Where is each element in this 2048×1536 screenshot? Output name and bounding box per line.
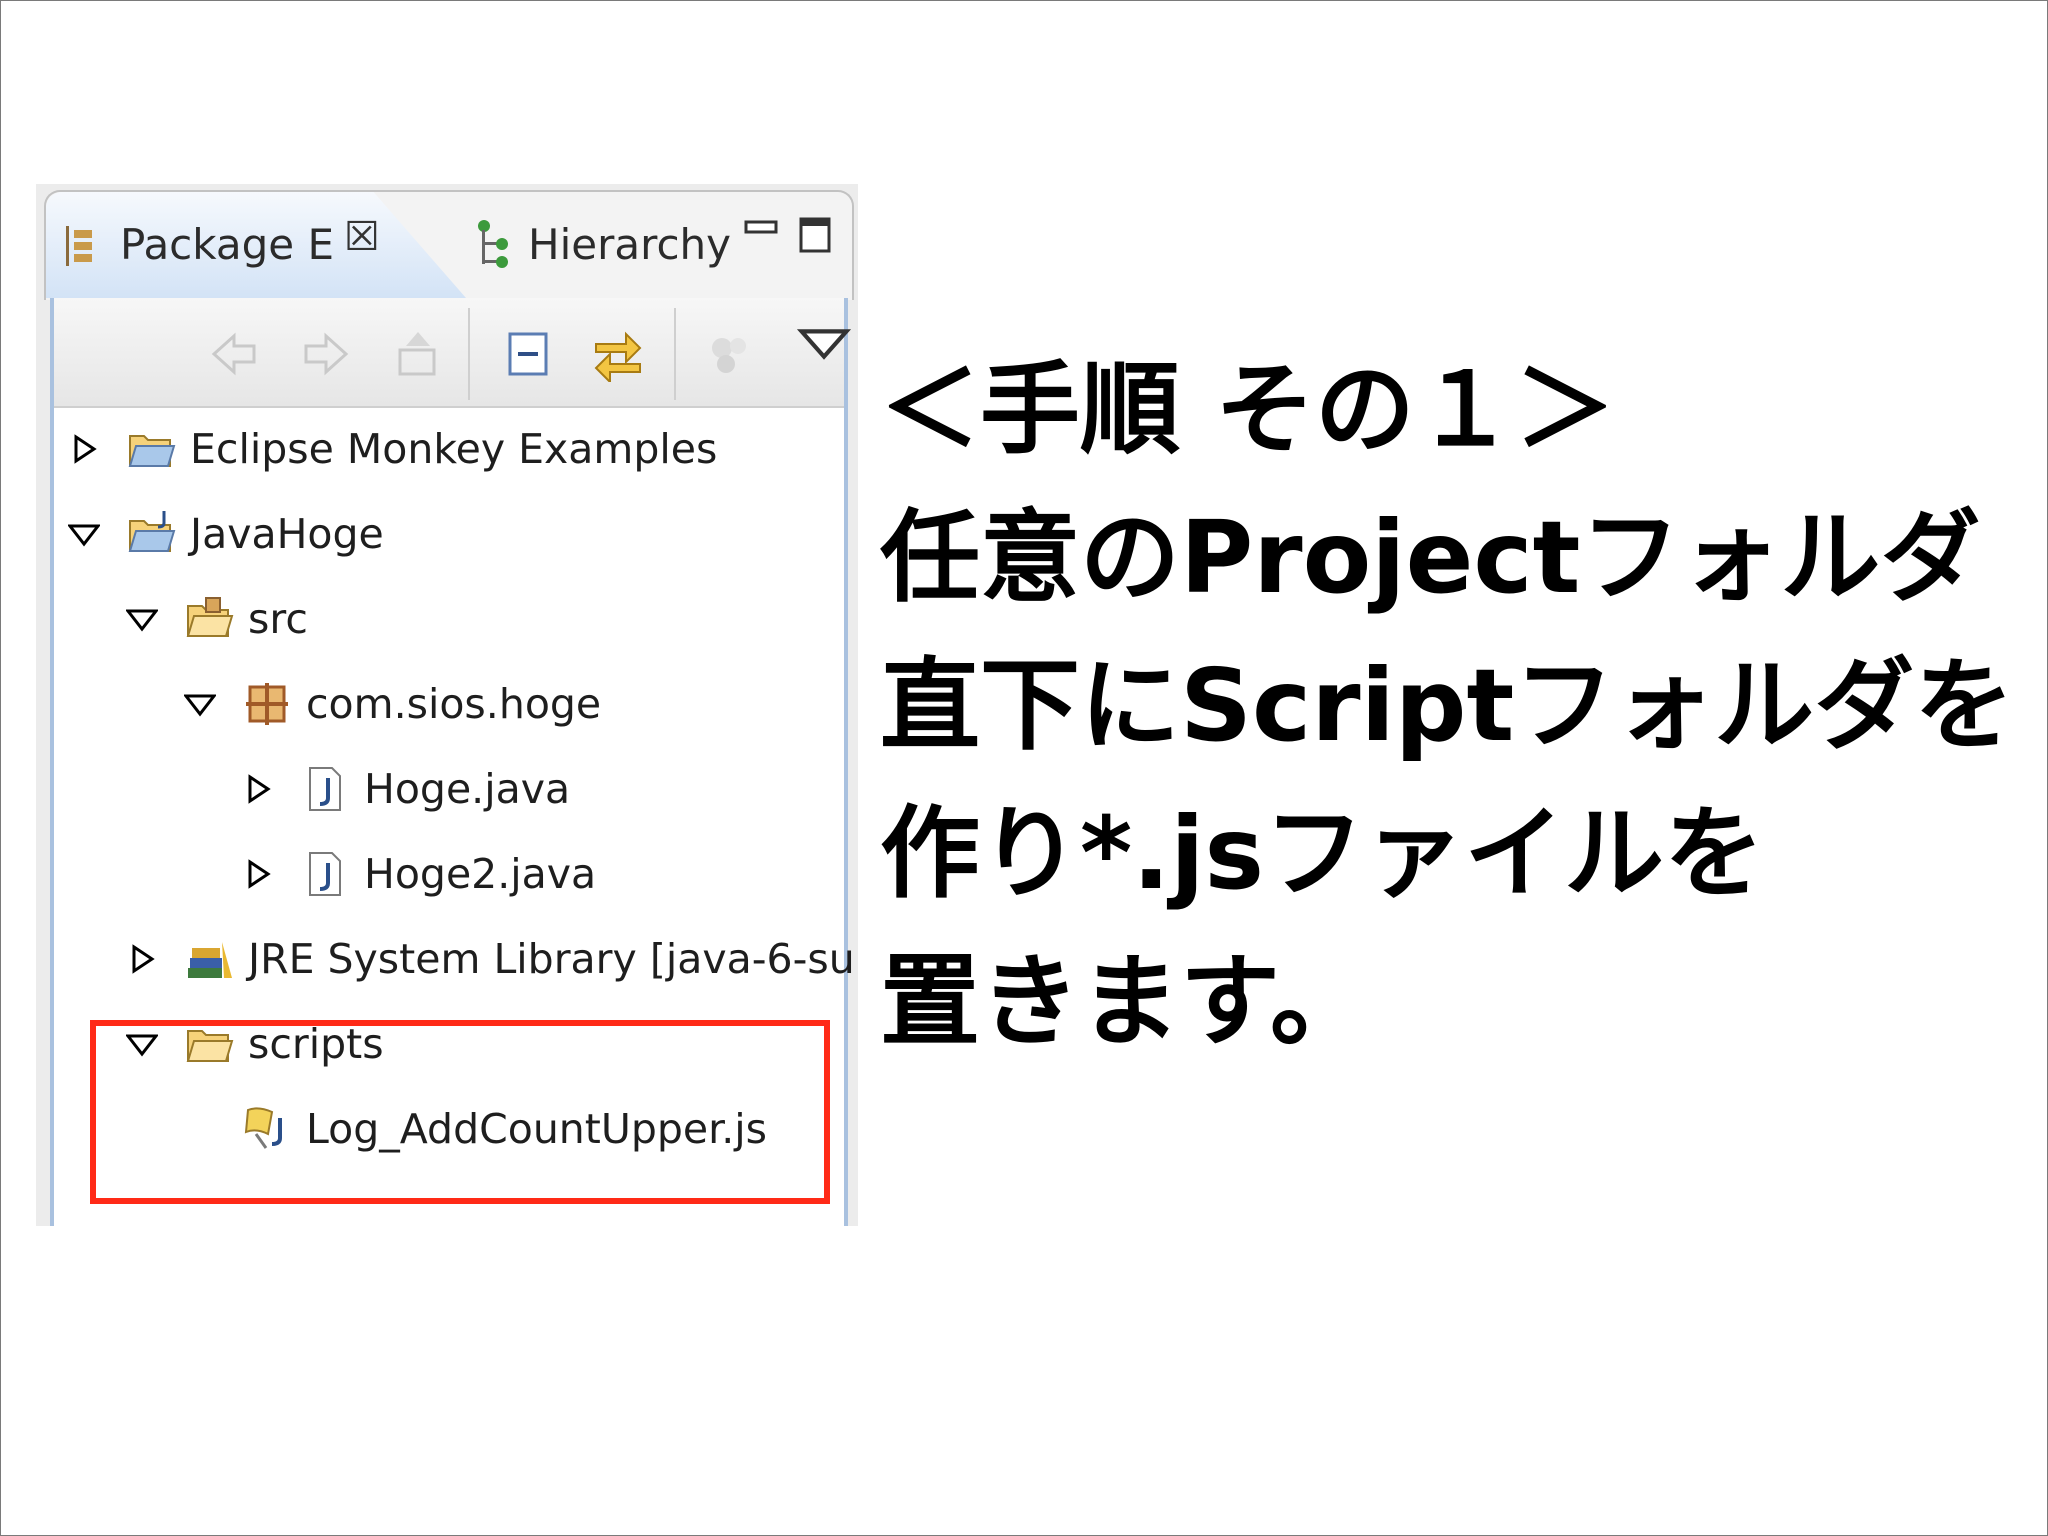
expand-arrow-icon[interactable]: [242, 773, 274, 805]
java-project-icon: [128, 510, 176, 552]
tree-item-label: com.sios.hoge: [306, 679, 602, 728]
tree-item-jre-system-library[interactable]: JRE System Library [java-6-sun-: [126, 916, 858, 1001]
tree-item-javahoge[interactable]: JavaHoge: [68, 491, 384, 576]
view-toolbar: [54, 298, 852, 408]
package-explorer-view: Package E ☒ Hierarchy Eclipse Monkey Exa…: [36, 184, 858, 1226]
collapse-arrow-icon[interactable]: [184, 688, 216, 720]
filter-icon[interactable]: [702, 326, 758, 382]
forward-icon[interactable]: [298, 326, 354, 382]
tab-hierarchy[interactable]: Hierarchy: [528, 220, 731, 269]
tree-item-eclipse-monkey-examples[interactable]: Eclipse Monkey Examples: [68, 406, 717, 491]
tree-item-src[interactable]: src: [126, 576, 308, 661]
toolbar-separator: [468, 308, 470, 400]
collapse-arrow-icon[interactable]: [68, 518, 100, 550]
slide-line: 置きます。: [880, 943, 1370, 1060]
tree-item-label: JRE System Library [java-6-sun-: [248, 934, 858, 983]
tree-item-label: Hoge2.java: [364, 849, 597, 898]
source-folder-icon: [186, 596, 234, 637]
project-folder-icon: [128, 434, 176, 467]
slide-heading: ＜手順 その１＞: [880, 351, 1615, 468]
slide-line: 作り*.jsファイルを: [880, 795, 1765, 912]
java-file-icon: [309, 851, 341, 896]
tab-close-icon[interactable]: ☒: [344, 214, 380, 260]
tree-item-label: JavaHoge: [190, 509, 384, 558]
collapse-arrow-icon[interactable]: [126, 603, 158, 635]
expand-arrow-icon[interactable]: [68, 433, 100, 465]
maximize-icon[interactable]: [798, 216, 834, 256]
up-icon[interactable]: [390, 326, 446, 382]
expand-arrow-icon[interactable]: [242, 858, 274, 890]
highlight-box: [90, 1020, 830, 1204]
tree-item-label: Hoge.java: [364, 764, 571, 813]
slide-line: 直下にScriptフォルダを: [880, 647, 2015, 764]
tab-package-explorer-label: Package E: [120, 220, 334, 269]
package-icon: [246, 682, 288, 725]
java-file-icon: [309, 766, 341, 811]
hierarchy-icon: [478, 220, 508, 268]
back-icon[interactable]: [206, 326, 262, 382]
expand-arrow-icon[interactable]: [126, 943, 158, 975]
slide-line: 任意のProjectフォルダ: [880, 499, 1981, 616]
tree-item-label: Eclipse Monkey Examples: [190, 424, 718, 473]
view-menu-icon[interactable]: [796, 316, 852, 372]
package-explorer-icon: [66, 226, 92, 266]
slide-instructions: ＜手順 その１＞ 任意のProjectフォルダ 直下にScriptフォルダを 作…: [880, 336, 2030, 1076]
tree-item-hoge2-java[interactable]: Hoge2.java: [242, 831, 596, 916]
view-content: Eclipse Monkey Examples JavaHoge src com…: [50, 298, 858, 1226]
minimize-icon[interactable]: [744, 218, 780, 238]
toolbar-separator: [674, 308, 676, 400]
tree-item-label: src: [248, 594, 308, 643]
library-icon: [188, 941, 232, 978]
tree-item-com-sios-hoge[interactable]: com.sios.hoge: [184, 661, 601, 746]
link-with-editor-icon[interactable]: [590, 326, 646, 382]
tree-item-hoge-java[interactable]: Hoge.java: [242, 746, 570, 831]
collapse-all-icon[interactable]: [500, 326, 556, 382]
